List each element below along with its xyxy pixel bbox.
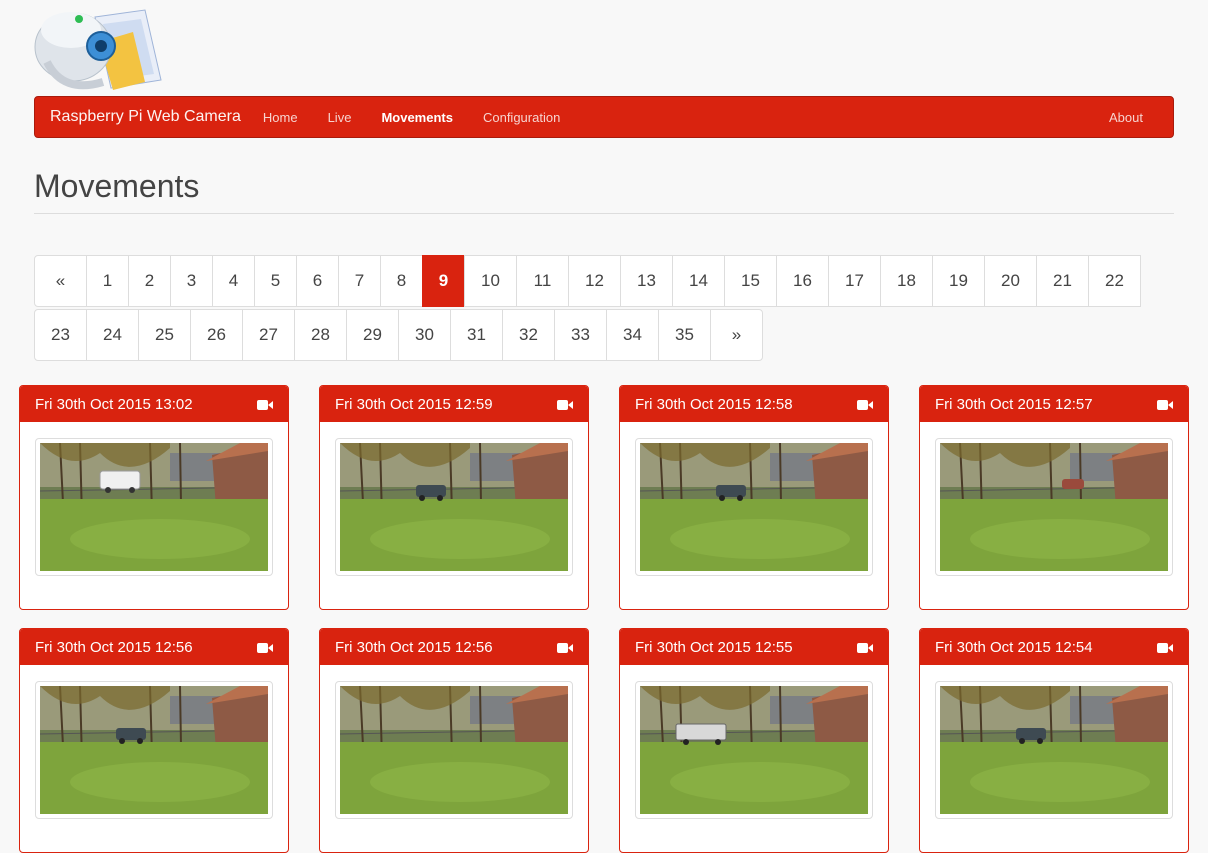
video-camera-icon[interactable] <box>857 641 873 653</box>
movement-card: Fri 30th Oct 2015 12:59 <box>319 385 589 610</box>
pagination-page[interactable]: 30 <box>398 309 451 361</box>
pagination-page[interactable]: 27 <box>242 309 295 361</box>
pagination-page[interactable]: 5 <box>254 255 297 307</box>
video-camera-icon[interactable] <box>857 398 873 410</box>
video-camera-icon[interactable] <box>257 398 273 410</box>
pagination-page[interactable]: 34 <box>606 309 659 361</box>
pagination-page[interactable]: 12 <box>568 255 621 307</box>
pagination-page[interactable]: 13 <box>620 255 673 307</box>
pagination-page[interactable]: 6 <box>296 255 339 307</box>
movement-thumbnail[interactable] <box>635 681 873 819</box>
card-timestamp: Fri 30th Oct 2015 12:56 <box>335 638 493 656</box>
video-camera-icon[interactable] <box>1157 398 1173 410</box>
pagination-page[interactable]: 24 <box>86 309 139 361</box>
pagination-page[interactable]: 25 <box>138 309 191 361</box>
card-header: Fri 30th Oct 2015 12:58 <box>620 386 888 422</box>
pagination-page[interactable]: 33 <box>554 309 607 361</box>
card-timestamp: Fri 30th Oct 2015 12:58 <box>635 395 793 413</box>
pagination-page[interactable]: 16 <box>776 255 829 307</box>
pagination-page[interactable]: 3 <box>170 255 213 307</box>
pagination-page[interactable]: 15 <box>724 255 777 307</box>
pagination-page[interactable]: 29 <box>346 309 399 361</box>
pagination-page[interactable]: 1 <box>86 255 129 307</box>
movement-thumbnail[interactable] <box>635 438 873 576</box>
card-header: Fri 30th Oct 2015 12:54 <box>920 629 1188 665</box>
video-camera-icon[interactable] <box>257 641 273 653</box>
pagination-prev[interactable]: « <box>34 255 87 307</box>
nav-live[interactable]: Live <box>328 110 352 125</box>
movement-card: Fri 30th Oct 2015 12:58 <box>619 385 889 610</box>
pagination-page[interactable]: 21 <box>1036 255 1089 307</box>
pagination-page[interactable]: 2 <box>128 255 171 307</box>
movement-thumbnail[interactable] <box>335 438 573 576</box>
movement-card: Fri 30th Oct 2015 12:56 <box>319 628 589 853</box>
card-timestamp: Fri 30th Oct 2015 12:54 <box>935 638 1093 656</box>
card-header: Fri 30th Oct 2015 12:55 <box>620 629 888 665</box>
navbar-brand[interactable]: Raspberry Pi Web Camera <box>50 108 241 126</box>
movement-card: Fri 30th Oct 2015 12:56 <box>19 628 289 853</box>
pagination-page[interactable]: 7 <box>338 255 381 307</box>
pagination-next[interactable]: » <box>710 309 763 361</box>
card-header: Fri 30th Oct 2015 12:59 <box>320 386 588 422</box>
pagination-page[interactable]: 14 <box>672 255 725 307</box>
movement-thumbnail[interactable] <box>935 681 1173 819</box>
nav-movements[interactable]: Movements <box>381 110 453 125</box>
movement-thumbnail[interactable] <box>935 438 1173 576</box>
nav-home[interactable]: Home <box>263 110 298 125</box>
pagination-row: « 1 2 3 4 5 6 7 8 9 10 11 12 13 14 15 16 17 18 19 20 21 22 <box>34 255 1174 309</box>
card-timestamp: Fri 30th Oct 2015 12:56 <box>35 638 193 656</box>
pagination-page[interactable]: 26 <box>190 309 243 361</box>
movement-card: Fri 30th Oct 2015 12:57 <box>919 385 1189 610</box>
card-timestamp: Fri 30th Oct 2015 13:02 <box>35 395 193 413</box>
pagination-page[interactable]: 4 <box>212 255 255 307</box>
movement-card: Fri 30th Oct 2015 12:55 <box>619 628 889 853</box>
pagination-page[interactable]: 10 <box>464 255 517 307</box>
pagination-page[interactable]: 32 <box>502 309 555 361</box>
pagination-page[interactable]: 9 <box>422 255 465 307</box>
pagination-page[interactable]: 31 <box>450 309 503 361</box>
pagination-row: 23 24 25 26 27 28 29 30 31 32 33 34 35» <box>34 309 1174 363</box>
movement-card: Fri 30th Oct 2015 13:02 <box>19 385 289 610</box>
card-header: Fri 30th Oct 2015 13:02 <box>20 386 288 422</box>
pagination-page[interactable]: 17 <box>828 255 881 307</box>
video-camera-icon[interactable] <box>1157 641 1173 653</box>
pagination-page[interactable]: 23 <box>34 309 87 361</box>
movement-card: Fri 30th Oct 2015 12:54 <box>919 628 1189 853</box>
app-logo <box>33 2 163 94</box>
movement-thumbnail[interactable] <box>35 681 273 819</box>
pagination-page[interactable]: 8 <box>380 255 423 307</box>
pagination-page[interactable]: 22 <box>1088 255 1141 307</box>
card-timestamp: Fri 30th Oct 2015 12:59 <box>335 395 493 413</box>
main-navbar: Raspberry Pi Web Camera Home Live Moveme… <box>34 96 1174 138</box>
pagination-page[interactable]: 28 <box>294 309 347 361</box>
card-timestamp: Fri 30th Oct 2015 12:57 <box>935 395 1093 413</box>
pagination-page[interactable]: 20 <box>984 255 1037 307</box>
pagination-page[interactable]: 35 <box>658 309 711 361</box>
pagination-page[interactable]: 19 <box>932 255 985 307</box>
card-header: Fri 30th Oct 2015 12:56 <box>20 629 288 665</box>
nav-about[interactable]: About <box>1109 110 1143 125</box>
pagination-page[interactable]: 11 <box>516 255 569 307</box>
nav-configuration[interactable]: Configuration <box>483 110 560 125</box>
video-camera-icon[interactable] <box>557 641 573 653</box>
movement-thumbnail[interactable] <box>335 681 573 819</box>
movement-thumbnail[interactable] <box>35 438 273 576</box>
card-timestamp: Fri 30th Oct 2015 12:55 <box>635 638 793 656</box>
pagination-page[interactable]: 18 <box>880 255 933 307</box>
video-camera-icon[interactable] <box>557 398 573 410</box>
pagination: « 1 2 3 4 5 6 7 8 9 10 11 12 13 14 15 16 17 18 19 20 21 22 23… <box>34 255 1174 363</box>
card-header: Fri 30th Oct 2015 12:57 <box>920 386 1188 422</box>
page-title: Movements <box>34 168 1174 214</box>
card-header: Fri 30th Oct 2015 12:56 <box>320 629 588 665</box>
